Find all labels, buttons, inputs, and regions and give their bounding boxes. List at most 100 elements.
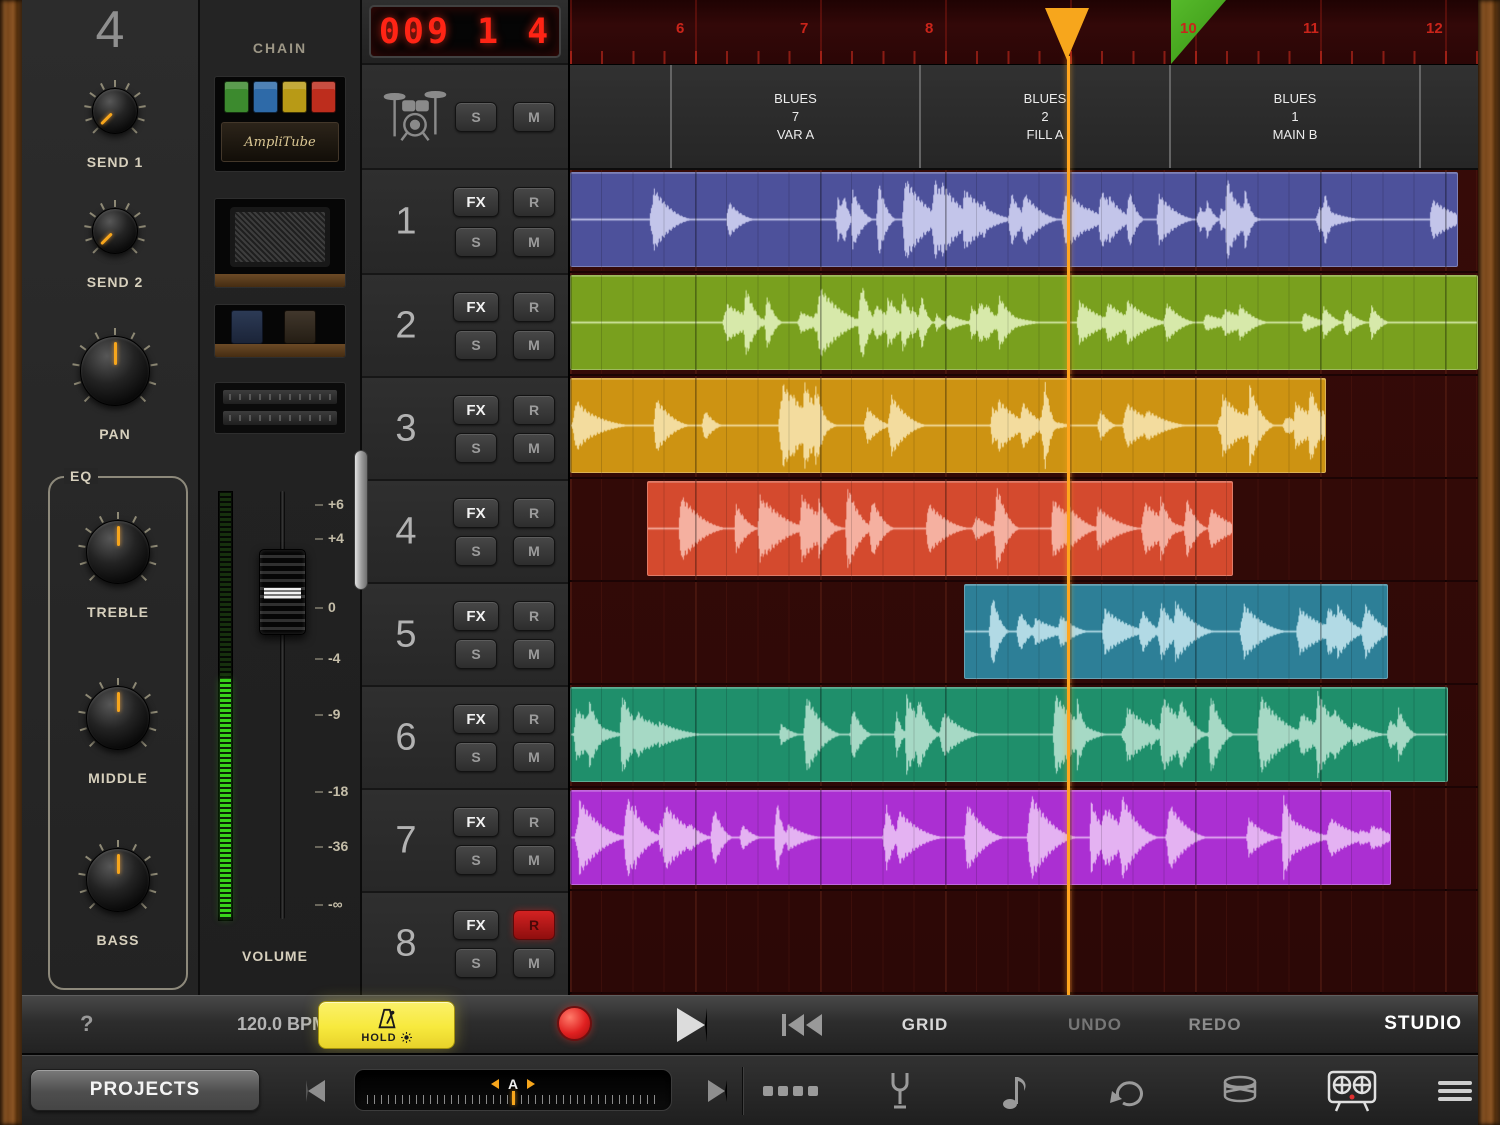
chain-slot-cabinet[interactable]: [214, 198, 346, 288]
track-8-fx-button[interactable]: FX: [453, 910, 499, 940]
track-3-fx-button[interactable]: FX: [453, 395, 499, 425]
fader-knob[interactable]: [259, 549, 306, 635]
send1-knob[interactable]: [84, 80, 146, 142]
track-2-mute-button[interactable]: M: [513, 330, 555, 360]
track-8-record-button[interactable]: R: [513, 910, 555, 940]
track-lane-2[interactable]: [570, 273, 1478, 376]
menu-button[interactable]: [1425, 1063, 1485, 1119]
redo-button[interactable]: REDO: [1152, 1015, 1278, 1035]
track-7-record-button[interactable]: R: [513, 807, 555, 837]
song-section[interactable]: BLUES7VAR A: [670, 65, 919, 168]
track-header-5[interactable]: 5FXRSM: [362, 582, 568, 685]
track-8-mute-button[interactable]: M: [513, 948, 555, 978]
track-7-fx-button[interactable]: FX: [453, 807, 499, 837]
chain-slot-amp[interactable]: AmpliTube: [214, 76, 346, 172]
audio-clip[interactable]: [647, 481, 1233, 576]
track-6-fx-button[interactable]: FX: [453, 704, 499, 734]
track-6-mute-button[interactable]: M: [513, 742, 555, 772]
track-lane-5[interactable]: [570, 582, 1478, 685]
track-6-record-button[interactable]: R: [513, 704, 555, 734]
audio-clip[interactable]: [570, 172, 1458, 267]
playhead-marker[interactable]: [1045, 8, 1089, 60]
drum-track-header[interactable]: S M: [362, 65, 568, 170]
track-5-record-button[interactable]: R: [513, 601, 555, 631]
track-header-3[interactable]: 3FXRSM: [362, 376, 568, 479]
loop-button[interactable]: [1098, 1063, 1158, 1119]
track-1-solo-button[interactable]: S: [455, 227, 497, 257]
send2-knob[interactable]: [84, 200, 146, 262]
track-header-4[interactable]: 4FXRSM: [362, 479, 568, 582]
track-lane-7[interactable]: [570, 788, 1478, 891]
recorder-button[interactable]: [1322, 1063, 1382, 1119]
audio-clip[interactable]: [964, 584, 1388, 679]
audio-clip[interactable]: [570, 378, 1326, 473]
drums-button[interactable]: [1210, 1063, 1270, 1119]
track-3-mute-button[interactable]: M: [513, 433, 555, 463]
track-2-fx-button[interactable]: FX: [453, 292, 499, 322]
help-button[interactable]: ?: [80, 1011, 93, 1037]
drum-mute-button[interactable]: M: [513, 102, 555, 132]
track-4-solo-button[interactable]: S: [455, 536, 497, 566]
track-header-1[interactable]: 1FXRSM: [362, 170, 568, 273]
play-button[interactable]: [677, 1008, 707, 1042]
chain-slot-pedals[interactable]: [214, 304, 346, 358]
track-6-solo-button[interactable]: S: [455, 742, 497, 772]
track-lanes[interactable]: [570, 170, 1478, 994]
track-lane-4[interactable]: [570, 479, 1478, 582]
prev-bank-button[interactable]: [306, 1080, 325, 1102]
audio-clip[interactable]: [570, 275, 1478, 370]
audio-clip[interactable]: [570, 687, 1448, 782]
track-1-mute-button[interactable]: M: [513, 227, 555, 257]
track-3-record-button[interactable]: R: [513, 395, 555, 425]
track-lane-1[interactable]: [570, 170, 1478, 273]
metronome-button[interactable]: HOLD: [318, 1001, 455, 1049]
panel-divider-handle[interactable]: [354, 450, 368, 590]
track-5-fx-button[interactable]: FX: [453, 601, 499, 631]
track-1-fx-button[interactable]: FX: [453, 187, 499, 217]
drum-solo-button[interactable]: S: [455, 102, 497, 132]
track-7-mute-button[interactable]: M: [513, 845, 555, 875]
track-8-solo-button[interactable]: S: [455, 948, 497, 978]
tuner-button[interactable]: [870, 1063, 930, 1119]
track-7-solo-button[interactable]: S: [455, 845, 497, 875]
song-section-lane[interactable]: BLUES7VAR ABLUES2FILL ABLUES1MAIN B: [570, 65, 1478, 170]
track-1-record-button[interactable]: R: [513, 187, 555, 217]
presets-button[interactable]: [760, 1063, 820, 1119]
track-3-solo-button[interactable]: S: [455, 433, 497, 463]
song-section[interactable]: BLUES1MAIN B: [1169, 65, 1419, 168]
track-5-mute-button[interactable]: M: [513, 639, 555, 669]
next-bank-button[interactable]: [708, 1080, 727, 1102]
arrange-area[interactable]: 678101112 BLUES7VAR ABLUES2FILL ABLUES1M…: [570, 0, 1478, 995]
song-button[interactable]: [985, 1063, 1045, 1119]
projects-button[interactable]: PROJECTS: [30, 1069, 260, 1111]
pan-knob[interactable]: [72, 328, 158, 414]
pedal-thumb-icon: [311, 81, 336, 113]
track-header-2[interactable]: 2FXRSM: [362, 273, 568, 376]
song-section[interactable]: BLUES2FILL A: [919, 65, 1169, 168]
undo-button[interactable]: UNDO: [1032, 1015, 1158, 1035]
track-lane-8[interactable]: [570, 891, 1478, 994]
track-header-8[interactable]: 8FXRSM: [362, 891, 568, 994]
volume-fader[interactable]: [252, 485, 312, 935]
timeline-ruler[interactable]: 678101112: [570, 0, 1478, 65]
audio-clip[interactable]: [570, 790, 1391, 885]
track-lane-3[interactable]: [570, 376, 1478, 479]
track-4-mute-button[interactable]: M: [513, 536, 555, 566]
track-2-solo-button[interactable]: S: [455, 330, 497, 360]
rewind-button[interactable]: [780, 1012, 824, 1041]
treble-knob[interactable]: [78, 512, 158, 592]
track-5-solo-button[interactable]: S: [455, 639, 497, 669]
chain-slot-rack[interactable]: [214, 382, 346, 434]
bass-knob[interactable]: [78, 840, 158, 920]
middle-knob[interactable]: [78, 678, 158, 758]
track-lane-6[interactable]: [570, 685, 1478, 788]
record-button[interactable]: [557, 1006, 592, 1041]
track-4-fx-button[interactable]: FX: [453, 498, 499, 528]
track-2-record-button[interactable]: R: [513, 292, 555, 322]
studio-button[interactable]: STUDIO: [1340, 1013, 1462, 1035]
preset-bank-slider[interactable]: A: [354, 1069, 672, 1111]
grid-button[interactable]: GRID: [862, 1015, 988, 1035]
track-4-record-button[interactable]: R: [513, 498, 555, 528]
track-header-6[interactable]: 6FXRSM: [362, 685, 568, 788]
track-header-7[interactable]: 7FXRSM: [362, 788, 568, 891]
